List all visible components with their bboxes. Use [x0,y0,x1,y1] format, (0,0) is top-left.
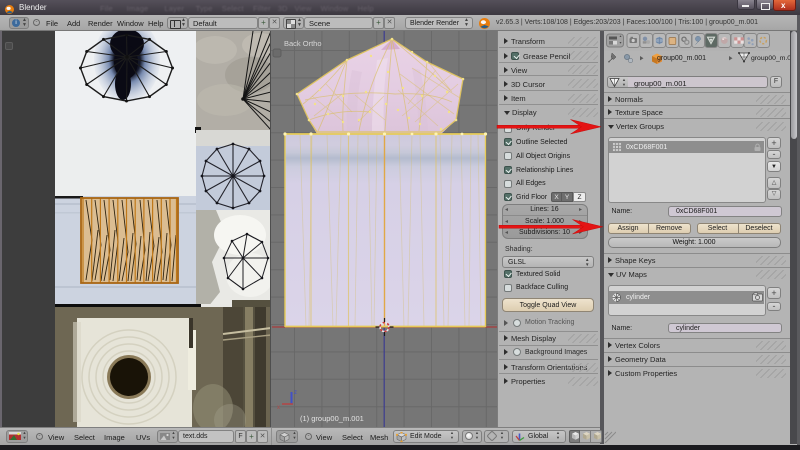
svg-text:x: x [277,405,280,411]
svg-text:(1) group00_m.001: (1) group00_m.001 [300,414,364,423]
svg-text:Back Ortho: Back Ortho [284,39,322,48]
svg-text:z: z [294,390,297,396]
